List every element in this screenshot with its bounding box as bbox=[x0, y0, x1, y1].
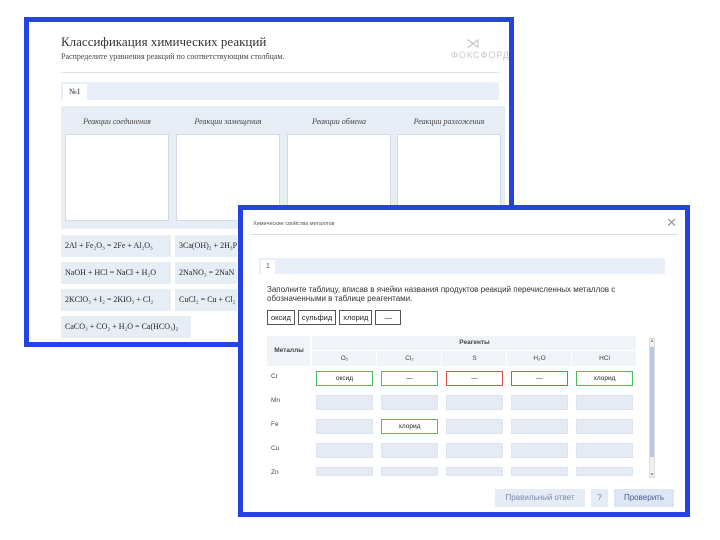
answer-cell[interactable] bbox=[446, 395, 503, 410]
answer-cell[interactable] bbox=[511, 443, 568, 458]
dialog-title: Химические свойства металлов bbox=[253, 221, 335, 227]
equation-chip[interactable]: 2Al + Fe₂O₃ = 2Fe + Al₂O₃ bbox=[61, 235, 171, 257]
reagent-hcl: HCl bbox=[599, 355, 610, 362]
word-chip-dash[interactable]: — bbox=[375, 310, 402, 325]
reagent-o2: O₂ bbox=[340, 355, 349, 362]
equation-chip[interactable]: CaCO₃ + CO₂ + H₂O = Ca(HCO₃)₂ bbox=[61, 316, 191, 338]
question-number: 1 bbox=[261, 260, 275, 274]
show-correct-answer-button[interactable]: Правильный ответ bbox=[495, 489, 585, 507]
answer-cell[interactable]: хлорид bbox=[576, 371, 633, 386]
equation-chip[interactable]: 3Ca(OH)₂ + 2H₃P bbox=[175, 235, 237, 257]
dialog-divider bbox=[251, 234, 677, 235]
header-divider bbox=[61, 72, 499, 73]
corner-header: Металлы bbox=[274, 347, 304, 354]
question-bar: 1 bbox=[259, 258, 665, 274]
scroll-down-icon[interactable]: ▾ bbox=[649, 472, 655, 478]
answer-cell[interactable] bbox=[511, 419, 568, 434]
metals-properties-dialog: Химические свойства металлов ✕ 1 Заполни… bbox=[238, 205, 690, 517]
answer-cell[interactable] bbox=[446, 443, 503, 458]
metal-cu: Cu bbox=[271, 445, 280, 452]
reagent-h2o: H₂O bbox=[533, 355, 546, 362]
word-bank: оксид сульфид хлорид — bbox=[267, 310, 404, 326]
answer-cell[interactable]: оксид bbox=[316, 371, 373, 386]
page-subtitle: Распределите уравнения реакций по соотве… bbox=[61, 52, 285, 61]
word-chip-oxide[interactable]: оксид bbox=[267, 310, 295, 325]
column-header: Реакции соединения bbox=[83, 117, 151, 126]
close-icon[interactable]: ✕ bbox=[666, 216, 677, 229]
logo-text: ФОКСФОРД bbox=[451, 50, 510, 60]
answer-cell[interactable] bbox=[316, 443, 373, 458]
metal-mn: Mn bbox=[271, 397, 281, 404]
equation-chip[interactable]: 2KClO₃ + I₂ = 2KIO₃ + Cl₂ bbox=[61, 289, 171, 311]
answer-cell[interactable] bbox=[511, 467, 568, 476]
answer-cell[interactable]: — bbox=[511, 371, 568, 386]
scroll-up-icon[interactable]: ▴ bbox=[649, 338, 655, 344]
answer-cell[interactable]: хлорид bbox=[381, 419, 438, 434]
column-header: Реакции разложения bbox=[413, 117, 485, 126]
foxford-logo: ⋊ ФОКСФОРД bbox=[451, 35, 510, 64]
word-chip-sulfide[interactable]: сульфид bbox=[297, 310, 337, 325]
group-header: Реагенты bbox=[459, 339, 490, 346]
column-header: Реакции обмена bbox=[311, 117, 367, 126]
equation-chip[interactable]: CuCl₂ = Cu + Cl₂ bbox=[175, 289, 237, 311]
scrollbar-thumb[interactable] bbox=[650, 347, 654, 457]
fox-icon: ⋊ bbox=[466, 35, 480, 51]
answer-cell[interactable] bbox=[576, 443, 633, 458]
check-button[interactable]: Проверить bbox=[614, 489, 674, 507]
answer-cell[interactable] bbox=[316, 467, 373, 476]
word-chip-chloride[interactable]: хлорид bbox=[339, 310, 373, 325]
answer-cell[interactable] bbox=[576, 467, 633, 476]
answer-cell[interactable] bbox=[316, 419, 373, 434]
answer-cell[interactable] bbox=[381, 395, 438, 410]
metal-zn: Zn bbox=[271, 469, 279, 476]
reagent-cl2: Cl₂ bbox=[405, 355, 414, 362]
answer-cell[interactable] bbox=[446, 467, 503, 476]
column-combination: Реакции соединения bbox=[65, 114, 169, 221]
answer-cell[interactable] bbox=[381, 443, 438, 458]
equation-chip[interactable]: NaOH + HCl = NaCl + H₂O bbox=[61, 262, 171, 284]
instruction-text: Заполните таблицу, вписав в ячейки назва… bbox=[267, 285, 616, 303]
answer-cell[interactable] bbox=[511, 395, 568, 410]
reagent-s: S bbox=[472, 355, 477, 362]
metal-fe: Fe bbox=[271, 421, 279, 428]
table-scrollbar[interactable]: ▴ ▾ bbox=[649, 338, 655, 478]
column-header: Реакции замещения bbox=[194, 117, 262, 126]
answer-cell[interactable] bbox=[446, 419, 503, 434]
answer-cell[interactable] bbox=[576, 395, 633, 410]
metal-cr: Cr bbox=[271, 373, 278, 380]
tab-task-1[interactable]: №1 bbox=[63, 84, 87, 100]
answer-cell[interactable] bbox=[576, 419, 633, 434]
equation-chip[interactable]: 2NaNO₃ = 2NaN bbox=[175, 262, 237, 284]
page-title: Классификация химических реакций bbox=[61, 34, 267, 49]
answer-cell[interactable]: — bbox=[446, 371, 503, 386]
help-button[interactable]: ? bbox=[591, 489, 608, 507]
drop-zone[interactable] bbox=[65, 134, 169, 221]
answer-cell[interactable] bbox=[316, 395, 373, 410]
answer-cell[interactable]: — bbox=[381, 371, 438, 386]
answer-cell[interactable] bbox=[381, 467, 438, 476]
task-tab-bar: №1 bbox=[61, 82, 499, 100]
